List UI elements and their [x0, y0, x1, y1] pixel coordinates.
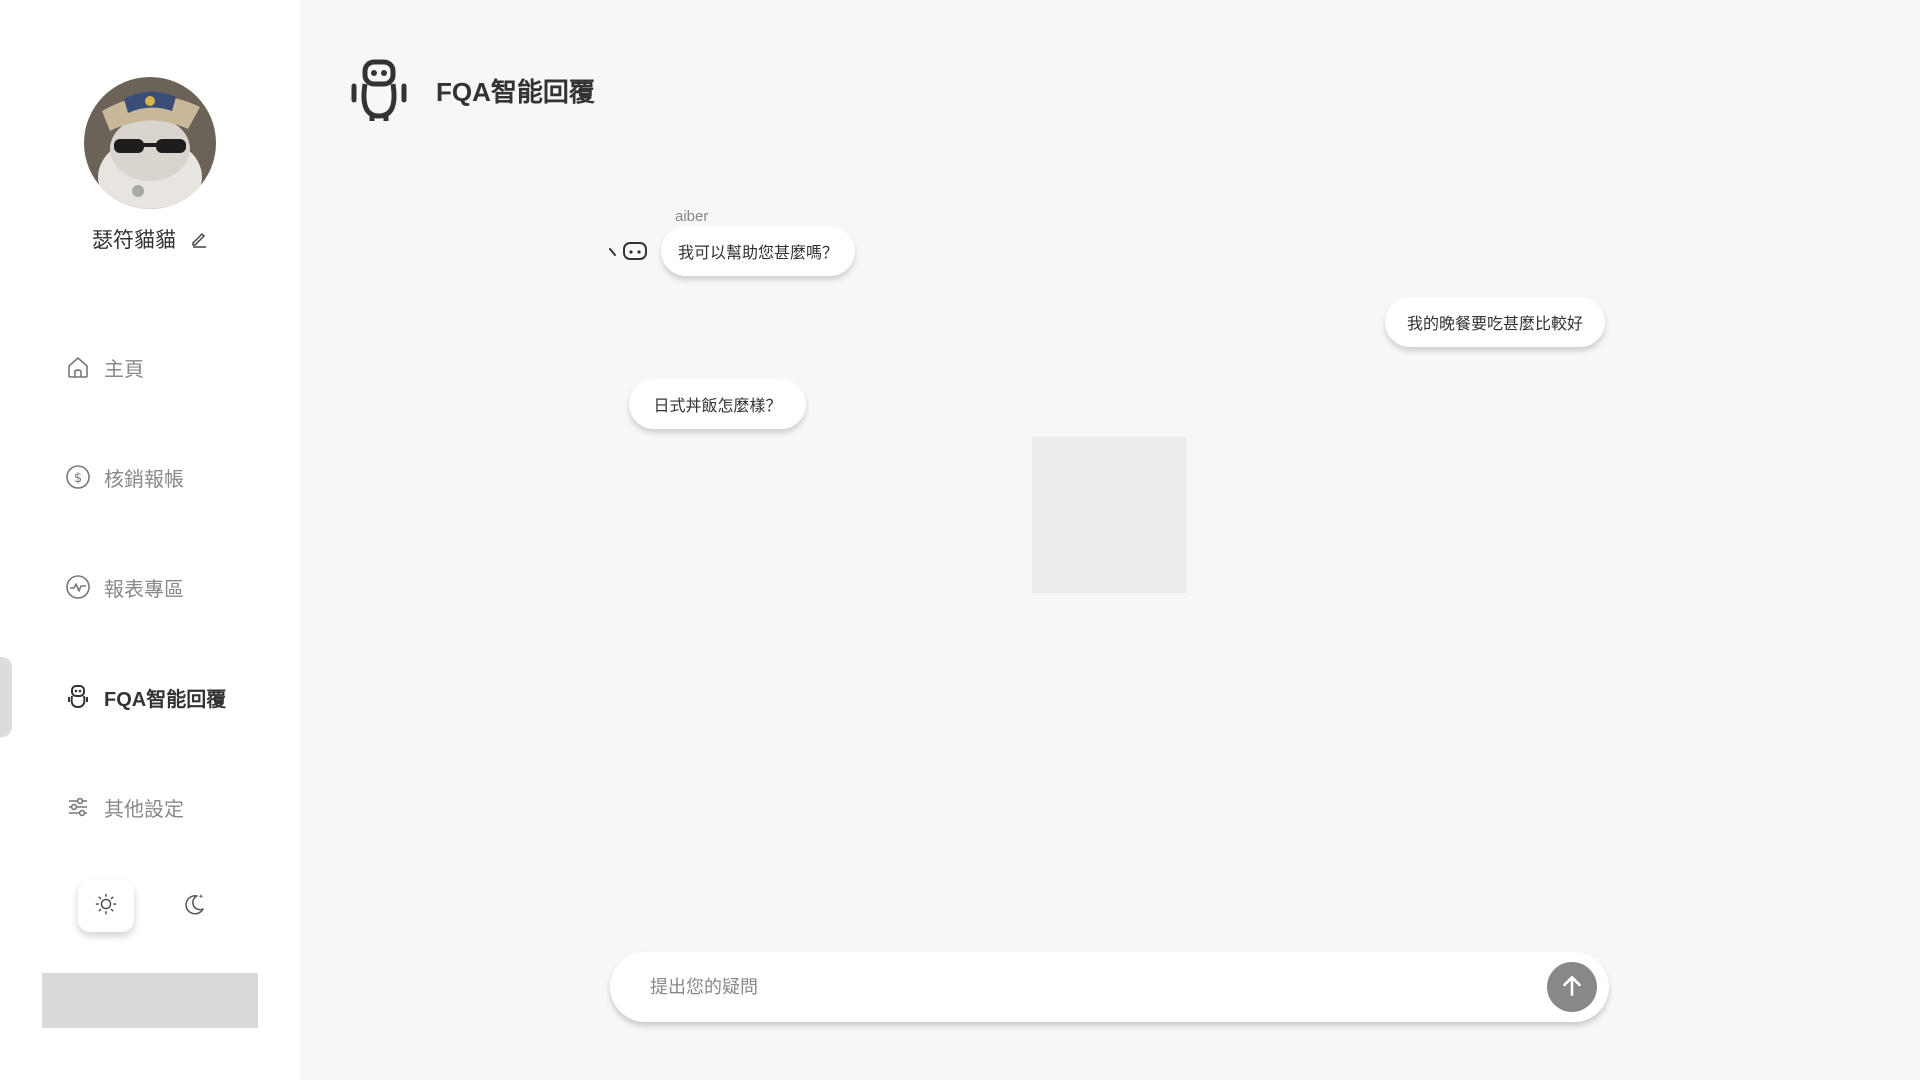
sidebar-item-expense[interactable]: $ 核銷報帳 [64, 457, 184, 497]
username-row: 瑟符貓貓 [0, 224, 300, 254]
sidebar-item-label: FQA智能回覆 [104, 688, 227, 711]
send-button[interactable] [1547, 962, 1597, 1012]
username: 瑟符貓貓 [92, 229, 176, 252]
light-theme-button[interactable] [78, 880, 134, 932]
sidebar-item-home[interactable]: 主頁 [64, 347, 144, 387]
arrow-up-icon [1559, 973, 1585, 1002]
robot-icon [64, 683, 92, 711]
sliders-icon [64, 793, 92, 821]
home-icon [64, 353, 92, 381]
pencil-icon[interactable] [190, 230, 208, 248]
chat-message-bot: 我可以幫助您甚麼嗎？ [661, 226, 855, 276]
sidebar-item-label: 其他設定 [104, 798, 184, 821]
page-header: FQA智能回覆 [348, 58, 595, 122]
sun-icon [95, 893, 117, 920]
sidebar-item-fqa[interactable]: FQA智能回覆 [64, 677, 226, 717]
question-input[interactable] [650, 976, 1547, 998]
chart-icon [64, 573, 92, 601]
bot-name-label: aiber [675, 208, 709, 225]
dollar-icon: $ [64, 463, 92, 491]
chat-message-user: 我的晚餐要吃甚麼比較好 [1385, 297, 1605, 347]
message-text: 我的晚餐要吃甚麼比較好 [1406, 316, 1583, 333]
chatbot-icon [606, 237, 650, 265]
page-title: FQA智能回覆 [436, 76, 595, 107]
message-text: 日式丼飯怎麼樣？ [653, 398, 782, 415]
avatar-image [84, 77, 216, 209]
moon-icon [182, 892, 206, 921]
sidebar-item-settings[interactable]: 其他設定 [64, 787, 184, 827]
active-nav-marker [0, 657, 12, 737]
sidebar: 瑟符貓貓 主頁 $ 核銷報帳 報表專區 FQA智能回覆 其他設定 [0, 0, 300, 1080]
dark-theme-button[interactable] [166, 880, 222, 932]
sidebar-item-reports[interactable]: 報表專區 [64, 567, 184, 607]
chat-message-bot: 日式丼飯怎麼樣？ [629, 379, 806, 429]
message-text: 我可以幫助您甚麼嗎？ [678, 245, 839, 262]
question-input-bar [610, 952, 1609, 1022]
robot-icon [348, 58, 410, 122]
svg-text:$: $ [74, 471, 82, 486]
avatar[interactable] [84, 77, 216, 209]
sidebar-item-label: 核銷報帳 [104, 468, 184, 491]
image-placeholder [1032, 437, 1187, 593]
sidebar-placeholder-block [42, 973, 258, 1028]
sidebar-item-label: 主頁 [104, 358, 144, 381]
sidebar-item-label: 報表專區 [104, 578, 184, 601]
